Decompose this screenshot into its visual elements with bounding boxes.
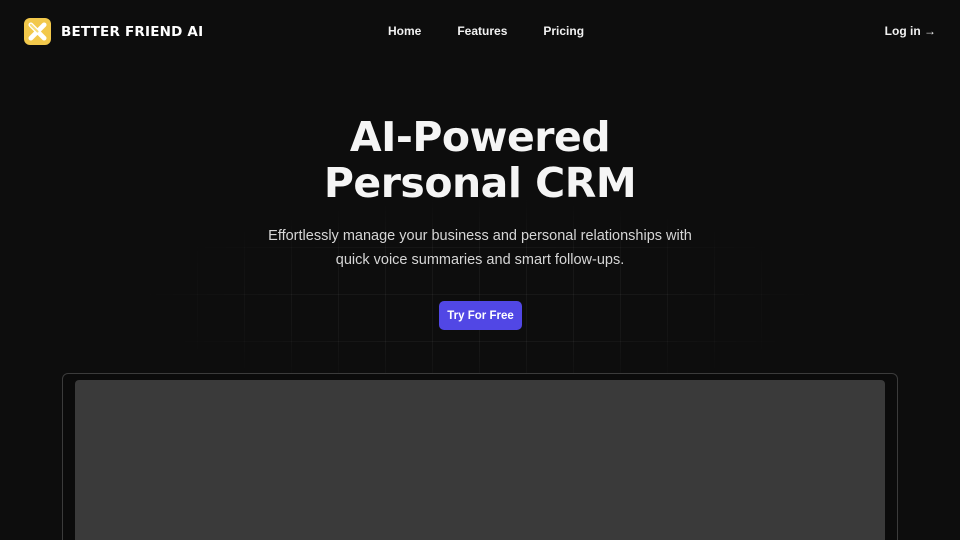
top-navigation: BETTER FRIEND AI Home Features Pricing L… (0, 0, 960, 62)
nav-link-home[interactable]: Home (388, 24, 421, 38)
nav-link-pricing[interactable]: Pricing (543, 24, 584, 38)
nav-link-features[interactable]: Features (457, 24, 507, 38)
brand[interactable]: BETTER FRIEND AI (24, 18, 203, 45)
app-preview-screen (75, 380, 885, 540)
landing-page: BETTER FRIEND AI Home Features Pricing L… (0, 0, 960, 540)
nav-links: Home Features Pricing (388, 24, 584, 38)
try-for-free-button[interactable]: Try For Free (439, 301, 522, 330)
login-link[interactable]: Log in → (885, 24, 936, 38)
hero-subtitle-line-2: quick voice summaries and smart follow-u… (335, 252, 625, 268)
hero-title: AI-Powered Personal CRM (0, 114, 960, 206)
hero-subtitle-line-1: Effortlessly manage your business and pe… (268, 228, 692, 244)
hero-title-line-2: Personal CRM (323, 159, 637, 207)
hero-subtitle: Effortlessly manage your business and pe… (0, 224, 960, 272)
app-preview-frame (62, 373, 898, 540)
brand-name: BETTER FRIEND AI (61, 23, 204, 40)
x-logo-icon (24, 18, 51, 45)
hero-title-line-1: AI-Powered (349, 113, 611, 161)
